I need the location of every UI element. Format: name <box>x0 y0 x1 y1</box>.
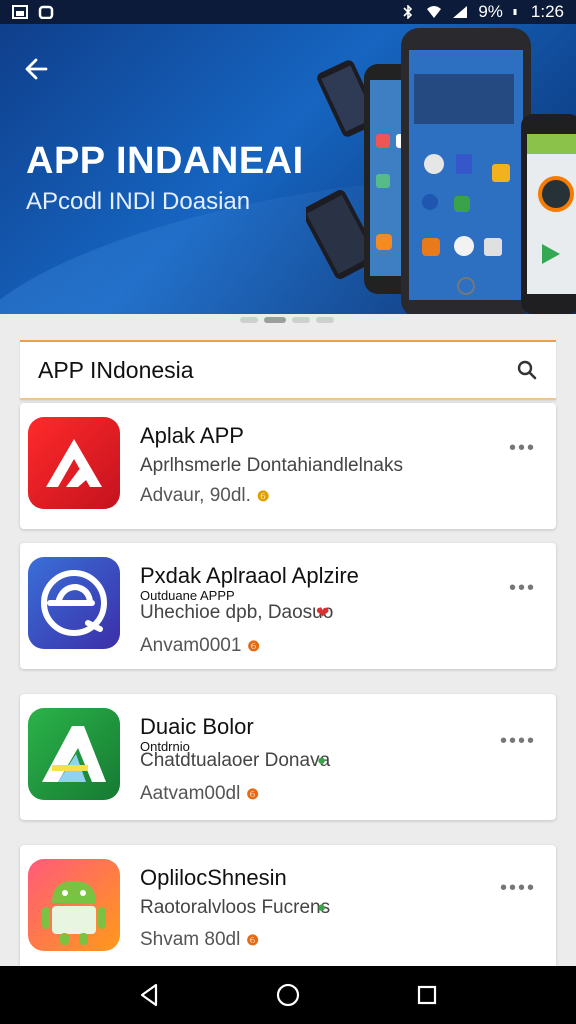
search-icon[interactable] <box>516 359 538 381</box>
system-navigation-bar <box>0 966 576 1024</box>
carousel-indicator <box>240 317 334 323</box>
search-label: APP INdonesia <box>38 356 194 383</box>
back-arrow-icon[interactable] <box>20 52 54 86</box>
heart-icon: ❤ <box>316 605 330 622</box>
check-icon: ● <box>317 899 327 916</box>
check-icon: ● <box>317 752 327 769</box>
hero-title: APP INDANEAI <box>26 140 304 182</box>
app-name: Duaic Bolor <box>140 714 254 739</box>
app-list-item[interactable]: Aplak APP Aprlhsmerle Dontahiandlelnaks … <box>20 403 556 529</box>
recents-nav-icon[interactable] <box>412 980 442 1010</box>
wifi-icon <box>427 6 442 18</box>
app-list-item[interactable]: Duaic Bolor Ontdrnio Chatdtualaoer Donav… <box>20 694 556 820</box>
home-nav-icon[interactable] <box>273 980 303 1010</box>
app-meta-text: Anvam0001 <box>140 635 242 656</box>
carousel-dot <box>316 317 334 323</box>
app-description: Raotoralvloos Fucrens <box>140 897 331 918</box>
app-meta: Advaur, 90dl. ❻ <box>140 485 269 507</box>
app-name: OplilocShnesin <box>140 865 287 890</box>
app-meta-text: Advaur, 90dl. <box>140 485 251 506</box>
battery-percent: 9% <box>478 2 503 21</box>
carousel-dot <box>292 317 310 323</box>
rating-badge-icon: ❻ <box>256 487 270 504</box>
app-list-item[interactable]: OplilocShnesin Raotoralvloos Fucrens ● S… <box>20 845 556 966</box>
app-description: Chatdtualaoer Donava <box>140 750 331 771</box>
app-meta-text: Aatvam00dl <box>140 783 241 804</box>
battery-icon <box>513 9 517 15</box>
app-name: Pxdak Aplraaol Aplzire <box>140 563 359 588</box>
bluetooth-icon <box>403 5 413 19</box>
app-tag: Outduane APPP <box>140 588 235 603</box>
app-meta-text: Shvam 80dl <box>140 929 241 950</box>
clock: 1:26 <box>530 2 564 21</box>
app-meta: Aatvam00dl ❻ <box>140 783 259 805</box>
more-options-button[interactable]: ••• <box>509 437 536 460</box>
lock-notification-icon <box>38 5 54 19</box>
search-bar[interactable]: APP INdonesia <box>20 340 556 400</box>
more-options-button[interactable]: •••• <box>500 877 536 900</box>
carousel-dot-active <box>264 317 286 323</box>
back-nav-icon[interactable] <box>134 980 164 1010</box>
app-list-item[interactable]: Pxdak Aplraaol Aplzire Outduane APPP Uhe… <box>20 543 556 669</box>
hero-banner: APP INDANEAI APcodl INDl Doasian <box>0 24 576 314</box>
rating-badge-icon: ❻ <box>247 637 260 654</box>
app-icon-pxdak <box>28 557 120 649</box>
app-meta: Shvam 80dl ❻ <box>140 929 259 951</box>
carousel-dot <box>240 317 258 323</box>
more-options-button[interactable]: •••• <box>500 730 536 753</box>
app-icon-aplak <box>28 417 120 509</box>
signal-icon <box>453 6 468 18</box>
more-options-button[interactable]: ••• <box>509 577 536 600</box>
status-bar: 9% 1:26 <box>0 0 576 24</box>
app-meta: Anvam0001 ❻ <box>140 635 260 657</box>
app-name: Aplak APP <box>140 423 244 448</box>
app-icon-duaic <box>28 708 120 800</box>
hero-subtitle: APcodl INDl Doasian <box>26 188 251 215</box>
app-icon-android <box>28 859 120 951</box>
app-description: Aprlhsmerle Dontahiandlelnaks <box>140 455 403 476</box>
rating-badge-icon: ❻ <box>246 785 259 802</box>
rating-badge-icon: ❻ <box>246 931 259 948</box>
app-description: Uhechioe dpb, Daosuo <box>140 602 334 623</box>
phones-illustration <box>306 28 576 314</box>
image-notification-icon <box>12 5 28 19</box>
